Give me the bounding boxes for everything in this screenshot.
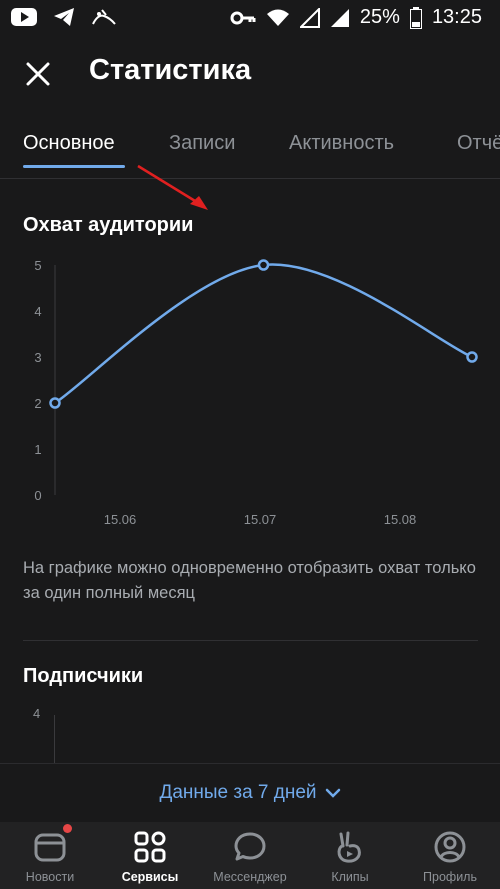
x-tick-label: 15.07 (244, 512, 277, 527)
reach-title: Охват аудитории (23, 214, 194, 236)
subscribers-y-tick: 4 (33, 706, 41, 721)
reach-data-point (49, 397, 61, 409)
nav-news-label: Новости (25, 870, 75, 884)
news-badge (63, 824, 72, 833)
y-tick-label: 0 (34, 488, 41, 503)
subscribers-y-axis (54, 715, 55, 765)
active-tab-indicator (23, 165, 125, 168)
status-notifications (10, 6, 118, 28)
y-tick-label: 2 (34, 396, 41, 411)
tab-reports[interactable]: Отчёты (457, 132, 500, 155)
nav-messenger-label: Мессенджер (213, 870, 287, 884)
key-icon (230, 11, 256, 24)
tab-bar: Основное Записи Активность Отчёты (0, 128, 500, 179)
close-icon (26, 62, 50, 86)
nav-profile-label: Профиль (423, 870, 477, 884)
clock: 13:25 (431, 6, 482, 28)
reach-data-point (257, 259, 270, 271)
news-icon (34, 833, 66, 862)
subscribers-title: Подписчики (23, 665, 144, 687)
signal-off-icon (299, 7, 320, 28)
reach-series-line (54, 263, 473, 405)
tab-activity[interactable]: Активность (289, 132, 394, 155)
wifi-icon (266, 9, 289, 26)
tab-main[interactable]: Основное (23, 132, 115, 155)
telegram-icon (54, 8, 74, 26)
nav-messenger[interactable]: Мессенджер (200, 822, 300, 889)
clips-icon (337, 831, 361, 863)
y-tick-label: 5 (34, 258, 41, 273)
date-range-selector[interactable]: Данные за 7 дней (0, 763, 500, 822)
nav-clips-label: Клипы (331, 870, 369, 884)
reach-chart-svg: 0 1 2 3 4 5 15.06 15.07 15.08 (34, 258, 478, 527)
y-tick-label: 3 (34, 350, 41, 365)
close-button[interactable] (20, 56, 56, 92)
reach-chart: 0 1 2 3 4 5 15.06 15.07 15.08 (0, 250, 500, 530)
section-divider (23, 640, 478, 641)
reach-data-point (466, 351, 478, 363)
signal-icon (330, 8, 349, 27)
youtube-icon (11, 8, 37, 26)
status-bar: 25% 13:25 (0, 0, 500, 36)
y-tick-label: 4 (34, 304, 41, 319)
nav-services-label: Сервисы (121, 870, 179, 884)
app-notification-icon (92, 9, 116, 25)
messenger-icon (234, 832, 266, 861)
profile-icon (434, 831, 466, 863)
services-icon (134, 831, 166, 863)
x-tick-label: 15.06 (104, 512, 137, 527)
tab-posts[interactable]: Записи (169, 132, 235, 155)
nav-profile[interactable]: Профиль (400, 822, 500, 889)
status-system: 25% 13:25 (230, 6, 482, 29)
nav-news[interactable]: Новости (0, 822, 100, 889)
date-range-label: Данные за 7 дней (159, 782, 317, 803)
chart-note: На графике можно одновременно отобразить… (23, 559, 476, 602)
chevron-down-icon (325, 788, 340, 798)
bottom-navigation: Новости Сервисы Мессенджер Клипы Профиль (0, 822, 500, 889)
battery-icon (409, 6, 422, 29)
nav-services[interactable]: Сервисы (100, 822, 200, 889)
y-tick-label: 1 (34, 442, 41, 457)
x-tick-label: 15.08 (384, 512, 417, 527)
annotation-arrow (137, 164, 208, 210)
nav-clips[interactable]: Клипы (300, 822, 400, 889)
battery-percent: 25% (359, 6, 400, 28)
page-title: Статистика (89, 54, 252, 86)
